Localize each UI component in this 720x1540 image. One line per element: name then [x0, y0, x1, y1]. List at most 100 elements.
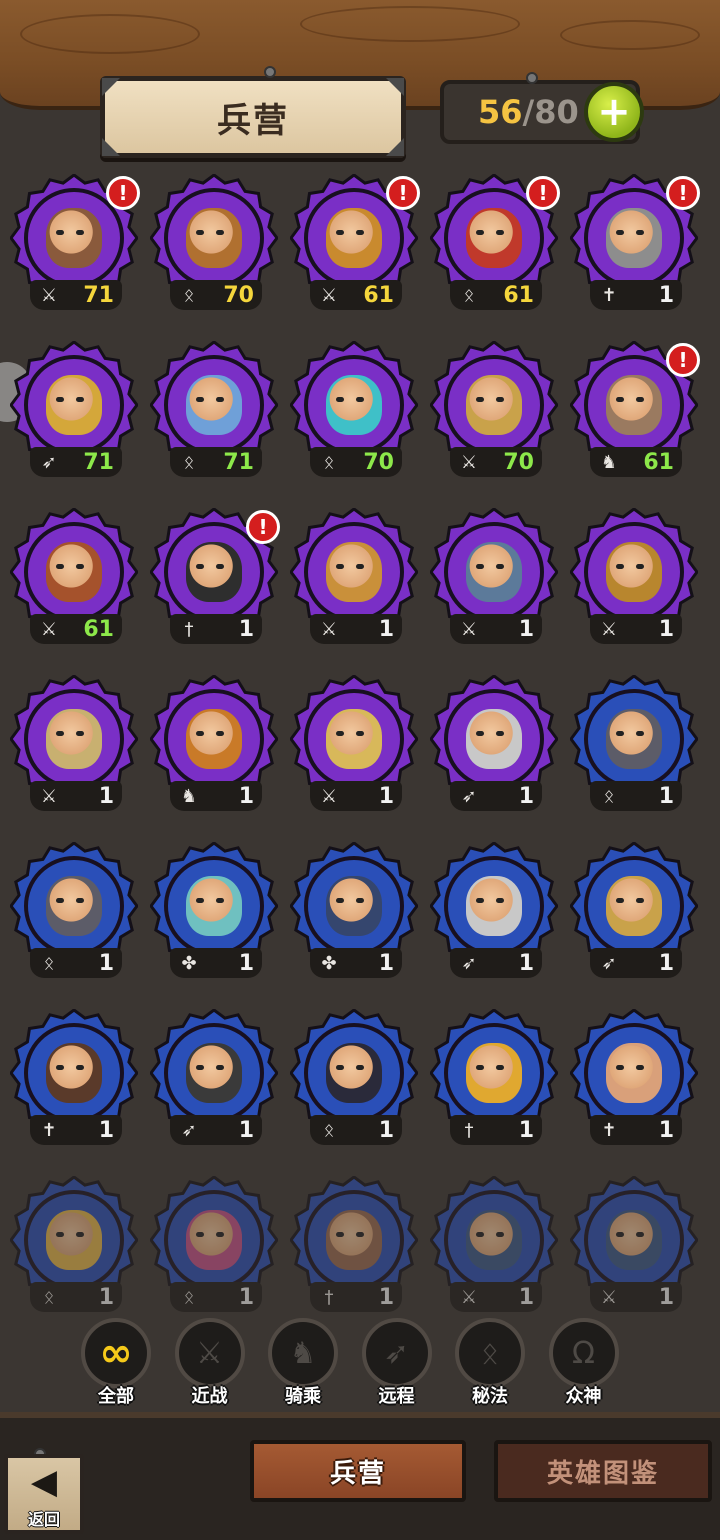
hero-level: 1: [98, 1117, 114, 1143]
hero-level-bar: † 1: [310, 1282, 402, 1312]
add-slots-button[interactable]: +: [584, 82, 644, 142]
hero-card[interactable]: ♞ 61!: [564, 335, 704, 485]
hero-eye: [76, 1232, 84, 1237]
hero-level: 71: [83, 449, 114, 475]
tab-hero-codex[interactable]: 英雄图鉴: [494, 1440, 712, 1502]
hero-eye: [476, 397, 484, 402]
hero-portrait: [446, 858, 542, 954]
hero-eye: [336, 1232, 344, 1237]
hero-card[interactable]: † 1!: [144, 502, 284, 652]
filter-gods[interactable]: Ω 众神: [546, 1318, 622, 1408]
hero-portrait: [166, 858, 262, 954]
hero-level: 70: [503, 449, 534, 475]
hero-eye: [356, 731, 364, 736]
hero-level-bar: ᛟ1: [590, 781, 682, 811]
hero-portrait: [446, 357, 542, 453]
dagger-icon: †: [464, 1119, 474, 1141]
hero-face: [466, 1210, 522, 1270]
omega-icon: Ω: [548, 1318, 619, 1388]
horse-icon: ♞: [180, 785, 198, 807]
hero-card[interactable]: ⚔ 1: [564, 1170, 704, 1320]
filter-ranged[interactable]: ➶ 远程: [359, 1318, 435, 1408]
hero-card[interactable]: ➶ 1: [144, 1003, 284, 1153]
hero-eye: [56, 564, 64, 569]
plaque-corner: [386, 138, 404, 156]
hero-card[interactable]: ⚔ 61!: [284, 168, 424, 318]
hero-face: [466, 1043, 522, 1103]
hero-eye: [616, 397, 624, 402]
alert-badge-icon: !: [666, 343, 700, 377]
class-filter-bar: ∞ 全部 ⚔ 近战 ♞ 骑乘 ➶ 远程 ᛟ 秘法 Ω 众神: [78, 1318, 638, 1408]
hero-face: [326, 542, 382, 602]
hero-card[interactable]: † 1: [284, 1170, 424, 1320]
hero-card[interactable]: ♞ 1: [144, 669, 284, 819]
hero-card[interactable]: ➶ 1: [564, 836, 704, 986]
hero-card[interactable]: ᛟ1: [284, 1003, 424, 1153]
hero-portrait: [166, 1192, 262, 1288]
hero-level: 71: [83, 282, 114, 308]
hero-card[interactable]: ⚔ 71!: [4, 168, 144, 318]
hero-card[interactable]: ✤ 1: [284, 836, 424, 986]
hero-level-bar: ✤ 1: [310, 948, 402, 978]
hero-card[interactable]: ᛟ1: [564, 669, 704, 819]
hero-eye: [336, 731, 344, 736]
hero-portrait: [306, 1025, 402, 1121]
hero-card[interactable]: ➶ 1: [424, 669, 564, 819]
hero-eye: [616, 230, 624, 235]
arcane-rune-icon: ᛟ: [455, 1318, 525, 1388]
hero-card[interactable]: ✝ 1: [4, 1003, 144, 1153]
sword-icon: ⚔: [460, 1286, 478, 1308]
back-button[interactable]: ◀ 返回: [4, 1454, 84, 1534]
hero-level: 1: [238, 616, 254, 642]
hero-level-bar: ➶ 1: [590, 948, 682, 978]
hero-card[interactable]: ⚔ 1: [284, 502, 424, 652]
hero-card[interactable]: ⚔ 70: [424, 335, 564, 485]
alert-badge-icon: !: [666, 176, 700, 210]
hero-card[interactable]: ✝ 1: [564, 1003, 704, 1153]
sword-icon: ⚔: [600, 1286, 618, 1308]
hero-level-bar: ⚔ 1: [30, 781, 122, 811]
hero-card[interactable]: ᛟ1: [144, 1170, 284, 1320]
hero-face: [606, 375, 662, 435]
hero-eye: [196, 898, 204, 903]
hero-card[interactable]: ⚔ 61: [4, 502, 144, 652]
hero-card[interactable]: ⚔ 1: [564, 502, 704, 652]
tab-barracks[interactable]: 兵营: [250, 1440, 466, 1502]
hero-level: 61: [363, 282, 394, 308]
hero-card[interactable]: ᛟ 70: [144, 168, 284, 318]
hero-face: [46, 1210, 102, 1270]
hero-eye: [356, 1065, 364, 1070]
arcane-rune-icon: ᛟ: [43, 952, 55, 974]
hero-portrait: [26, 190, 122, 286]
hero-card[interactable]: ⚔ 1: [424, 1170, 564, 1320]
filter-melee[interactable]: ⚔ 近战: [172, 1318, 248, 1408]
bow-icon: ➶: [181, 1119, 197, 1141]
hero-level-bar: ᛟ1: [170, 1282, 262, 1312]
hero-face: [466, 876, 522, 936]
hero-card[interactable]: ᛟ1: [4, 1170, 144, 1320]
hero-card[interactable]: † 1: [424, 1003, 564, 1153]
hero-level: 61: [643, 449, 674, 475]
hero-level: 1: [238, 950, 254, 976]
hero-portrait: [166, 691, 262, 787]
hero-card[interactable]: ᛟ 61!: [424, 168, 564, 318]
filter-all[interactable]: ∞ 全部: [78, 1318, 154, 1408]
hero-card[interactable]: ⚔ 1: [424, 502, 564, 652]
hero-card[interactable]: ✝ 1!: [564, 168, 704, 318]
hero-card[interactable]: ➶ 71: [4, 335, 144, 485]
filter-mounted[interactable]: ♞ 骑乘: [265, 1318, 341, 1408]
hero-card[interactable]: ⚔ 1: [284, 669, 424, 819]
hero-eye: [636, 731, 644, 736]
hero-portrait: [306, 357, 402, 453]
hero-card[interactable]: ⚔ 1: [4, 669, 144, 819]
hero-level: 61: [503, 282, 534, 308]
hero-card[interactable]: ✤ 1: [144, 836, 284, 986]
hero-eye: [356, 1232, 364, 1237]
hero-eye: [616, 898, 624, 903]
hero-card[interactable]: ᛟ1: [4, 836, 144, 986]
hero-card[interactable]: ᛟ 71: [144, 335, 284, 485]
hero-face: [466, 208, 522, 268]
filter-arcane[interactable]: ᛟ 秘法: [452, 1318, 528, 1408]
hero-card[interactable]: ᛟ 70: [284, 335, 424, 485]
hero-card[interactable]: ➶ 1: [424, 836, 564, 986]
